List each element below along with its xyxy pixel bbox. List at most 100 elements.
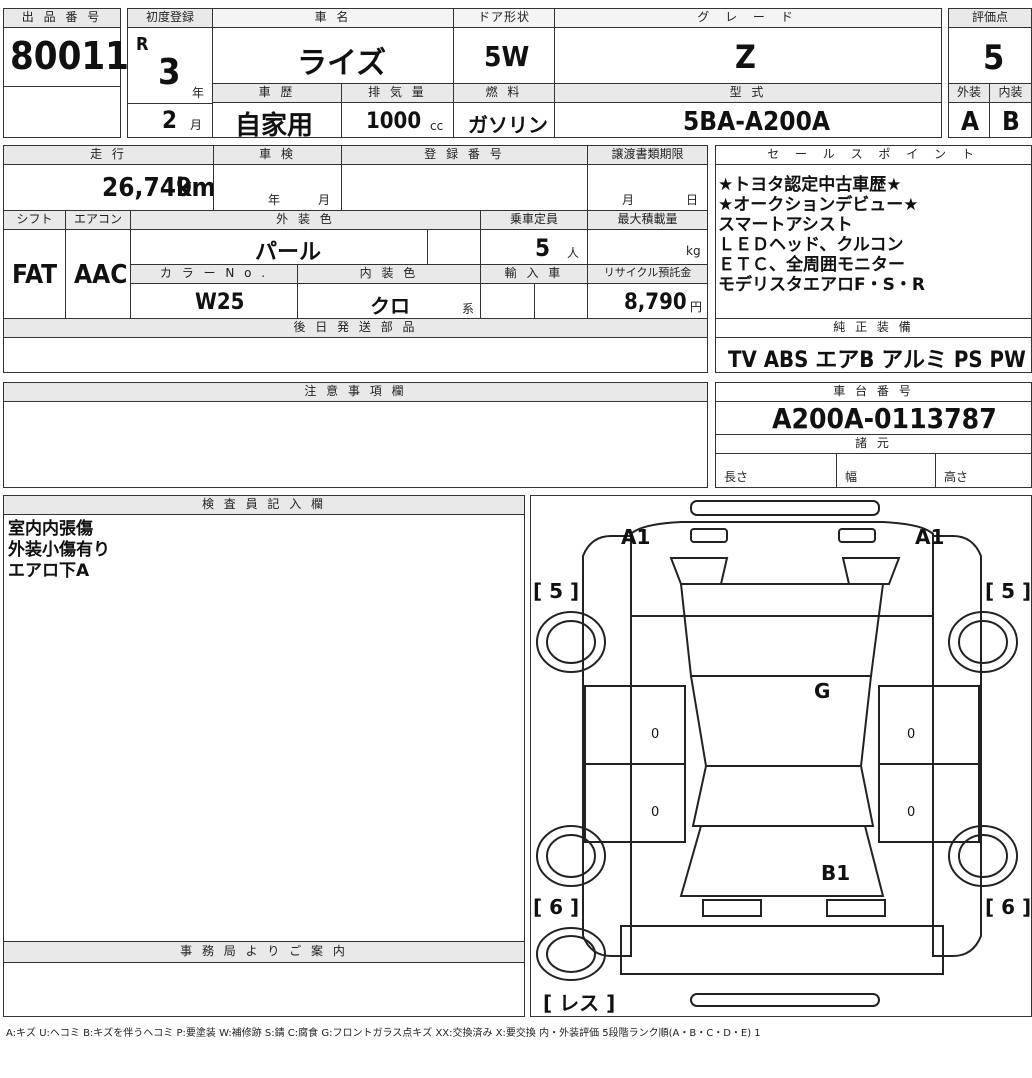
transfer-month-unit: 月 (622, 193, 635, 207)
first-registration-label: 初度登録 (127, 8, 213, 28)
lot-number-cell: 80011 (3, 27, 129, 87)
exterior-grade-cell: A (948, 102, 990, 138)
chassis-cell: A200A-0113787 (715, 401, 1032, 435)
lot-number-label: 出 品 番 号 (3, 8, 121, 28)
int-color-cell: クロ 系 (297, 283, 481, 319)
rear-plate-shape (690, 993, 880, 1007)
length-label: 長さ (724, 470, 749, 484)
office-notice-label: 事 務 局 よ り ご 案 内 (3, 941, 525, 963)
fuel-cell: ガソリン (453, 102, 555, 138)
damage-a1-right: A1 (915, 525, 944, 549)
height-label: 高さ (944, 470, 969, 484)
damage-a1-left: A1 (621, 525, 650, 549)
registration-month: 2 (162, 106, 178, 134)
office-notice-cell (3, 962, 525, 1017)
interior-label: 内装 (989, 83, 1032, 103)
length-cell: 長さ (715, 453, 837, 488)
lot-blank-cell (3, 86, 121, 138)
inspector-label: 検 査 員 記 入 欄 (3, 495, 525, 515)
tire-rear-left-tread: [ 6 ] (533, 895, 579, 919)
era-label: R (136, 34, 149, 55)
exterior-label: 外装 (948, 83, 990, 103)
displacement-cell: 1000 cc (341, 102, 454, 138)
recycle-unit: 円 (690, 300, 703, 314)
inspection-year-unit: 年 (268, 193, 281, 207)
sales-points-list: ★トヨタ認定中古車歴★ ★オークションデビュー★ スマートアシスト ＬＥＤヘッド… (718, 175, 925, 295)
sales-points-cell: ★トヨタ認定中古車歴★ ★オークションデビュー★ スマートアシスト ＬＥＤヘッド… (715, 164, 1032, 319)
max-load-cell: kg (587, 229, 708, 265)
rear-roof-shape (691, 765, 875, 827)
inspection-cell: 年 月 (213, 164, 342, 211)
right-front-door-shape (878, 685, 980, 765)
later-parts-label: 後 日 発 送 部 品 (3, 318, 708, 338)
grade: Z (735, 38, 756, 76)
door-cell: 5W (453, 27, 555, 84)
damage-b1: B1 (821, 861, 850, 885)
sales-point-line: ＥＴＣ、全周囲モニター (718, 255, 905, 275)
year-unit: 年 (192, 86, 205, 100)
rear-glass-shape (679, 825, 885, 897)
car-name: ライズ (297, 46, 387, 81)
grade-cell: Z (554, 27, 942, 84)
int-color-label: 内 装 色 (297, 264, 481, 284)
ac-cell: AAC (65, 229, 131, 319)
car-name-label: 車 名 (212, 8, 454, 28)
transfer-deadline-cell: 月 日 (587, 164, 708, 211)
color-no-cell: W25 (130, 283, 298, 319)
first-registration-cell: R 3 年 2 月 (127, 27, 213, 138)
taillight-right-shape (826, 899, 886, 917)
ext-color-extra-cell (427, 229, 481, 265)
transfer-day-unit: 日 (686, 193, 699, 207)
first-reg-divider (127, 103, 213, 104)
evaluation-score: 5 (983, 38, 1005, 78)
capacity-unit: 人 (567, 246, 580, 260)
reg-number-cell (341, 164, 588, 211)
right-side-shape (932, 535, 982, 957)
sales-point-line: スマートアシスト (718, 215, 853, 235)
max-load-unit: kg (686, 244, 701, 258)
sales-point-line: ★オークションデビュー★ (718, 195, 919, 215)
air-conditioner: AAC (74, 260, 128, 290)
exterior-grade: A (961, 107, 980, 137)
fuel-type: ガソリン (468, 113, 548, 137)
width-cell: 幅 (836, 453, 936, 488)
inspector-notes: 室内内張傷 外装小傷有り エアロ下A (8, 519, 110, 581)
damage-legend: A:キズ U:ヘコミ B:キズを伴うヘコミ P:要塗装 W:補修跡 S:錆 C:… (6, 1028, 761, 1039)
mileage-cell: 26,749 km (3, 164, 216, 211)
mileage-unit: km (176, 173, 216, 203)
inspection-label: 車 検 (213, 145, 342, 165)
ext-color-label: 外 装 色 (130, 210, 481, 230)
car-damage-diagram: A1 A1 G B1 [ 5 ] [ 5 ] [ 6 ] [ 6 ] [ レス … (533, 500, 1031, 1015)
mileage-label: 走 行 (3, 145, 214, 165)
color-no-label: カ ラ ー N o . (130, 264, 298, 284)
month-unit: 月 (190, 118, 203, 132)
tire-rear-right-tread: [ 6 ] (985, 895, 1031, 919)
headlight-left-shape (690, 528, 728, 543)
ext-color-cell: パール (130, 229, 428, 265)
caution-cell (3, 401, 708, 488)
model-label: 型 式 (554, 83, 942, 103)
score-cell: 5 (948, 27, 1032, 84)
roof-shape (689, 675, 873, 767)
ac-label: エアコン (65, 210, 131, 230)
model-code: 5BA-A200A (683, 107, 830, 137)
damage-g: G (814, 679, 830, 703)
interior-grade-cell: B (989, 102, 1032, 138)
lot-number: 80011 (10, 34, 129, 78)
spec-label: 諸 元 (715, 434, 1032, 454)
equipment-cell: TV ABS エアB アルミ PS PW (715, 337, 1032, 373)
displacement: 1000 (366, 109, 422, 134)
chassis-number: A200A-0113787 (772, 402, 997, 435)
capacity-label: 乗車定員 (480, 210, 588, 230)
windshield-shape (679, 583, 885, 677)
import-cell-a (480, 283, 535, 319)
right-mirror-shape (841, 557, 901, 585)
door-value-rf: 0 (907, 727, 915, 742)
interior-color: クロ (370, 294, 410, 318)
reg-number-label: 登 録 番 号 (341, 145, 588, 165)
seating-capacity: 5 (535, 234, 551, 262)
chassis-label: 車 台 番 号 (715, 382, 1032, 402)
vehicle-history: 自家用 (235, 111, 314, 141)
recycle-cell: 8,790 円 (587, 283, 708, 319)
car-name-cell: ライズ (212, 27, 454, 84)
